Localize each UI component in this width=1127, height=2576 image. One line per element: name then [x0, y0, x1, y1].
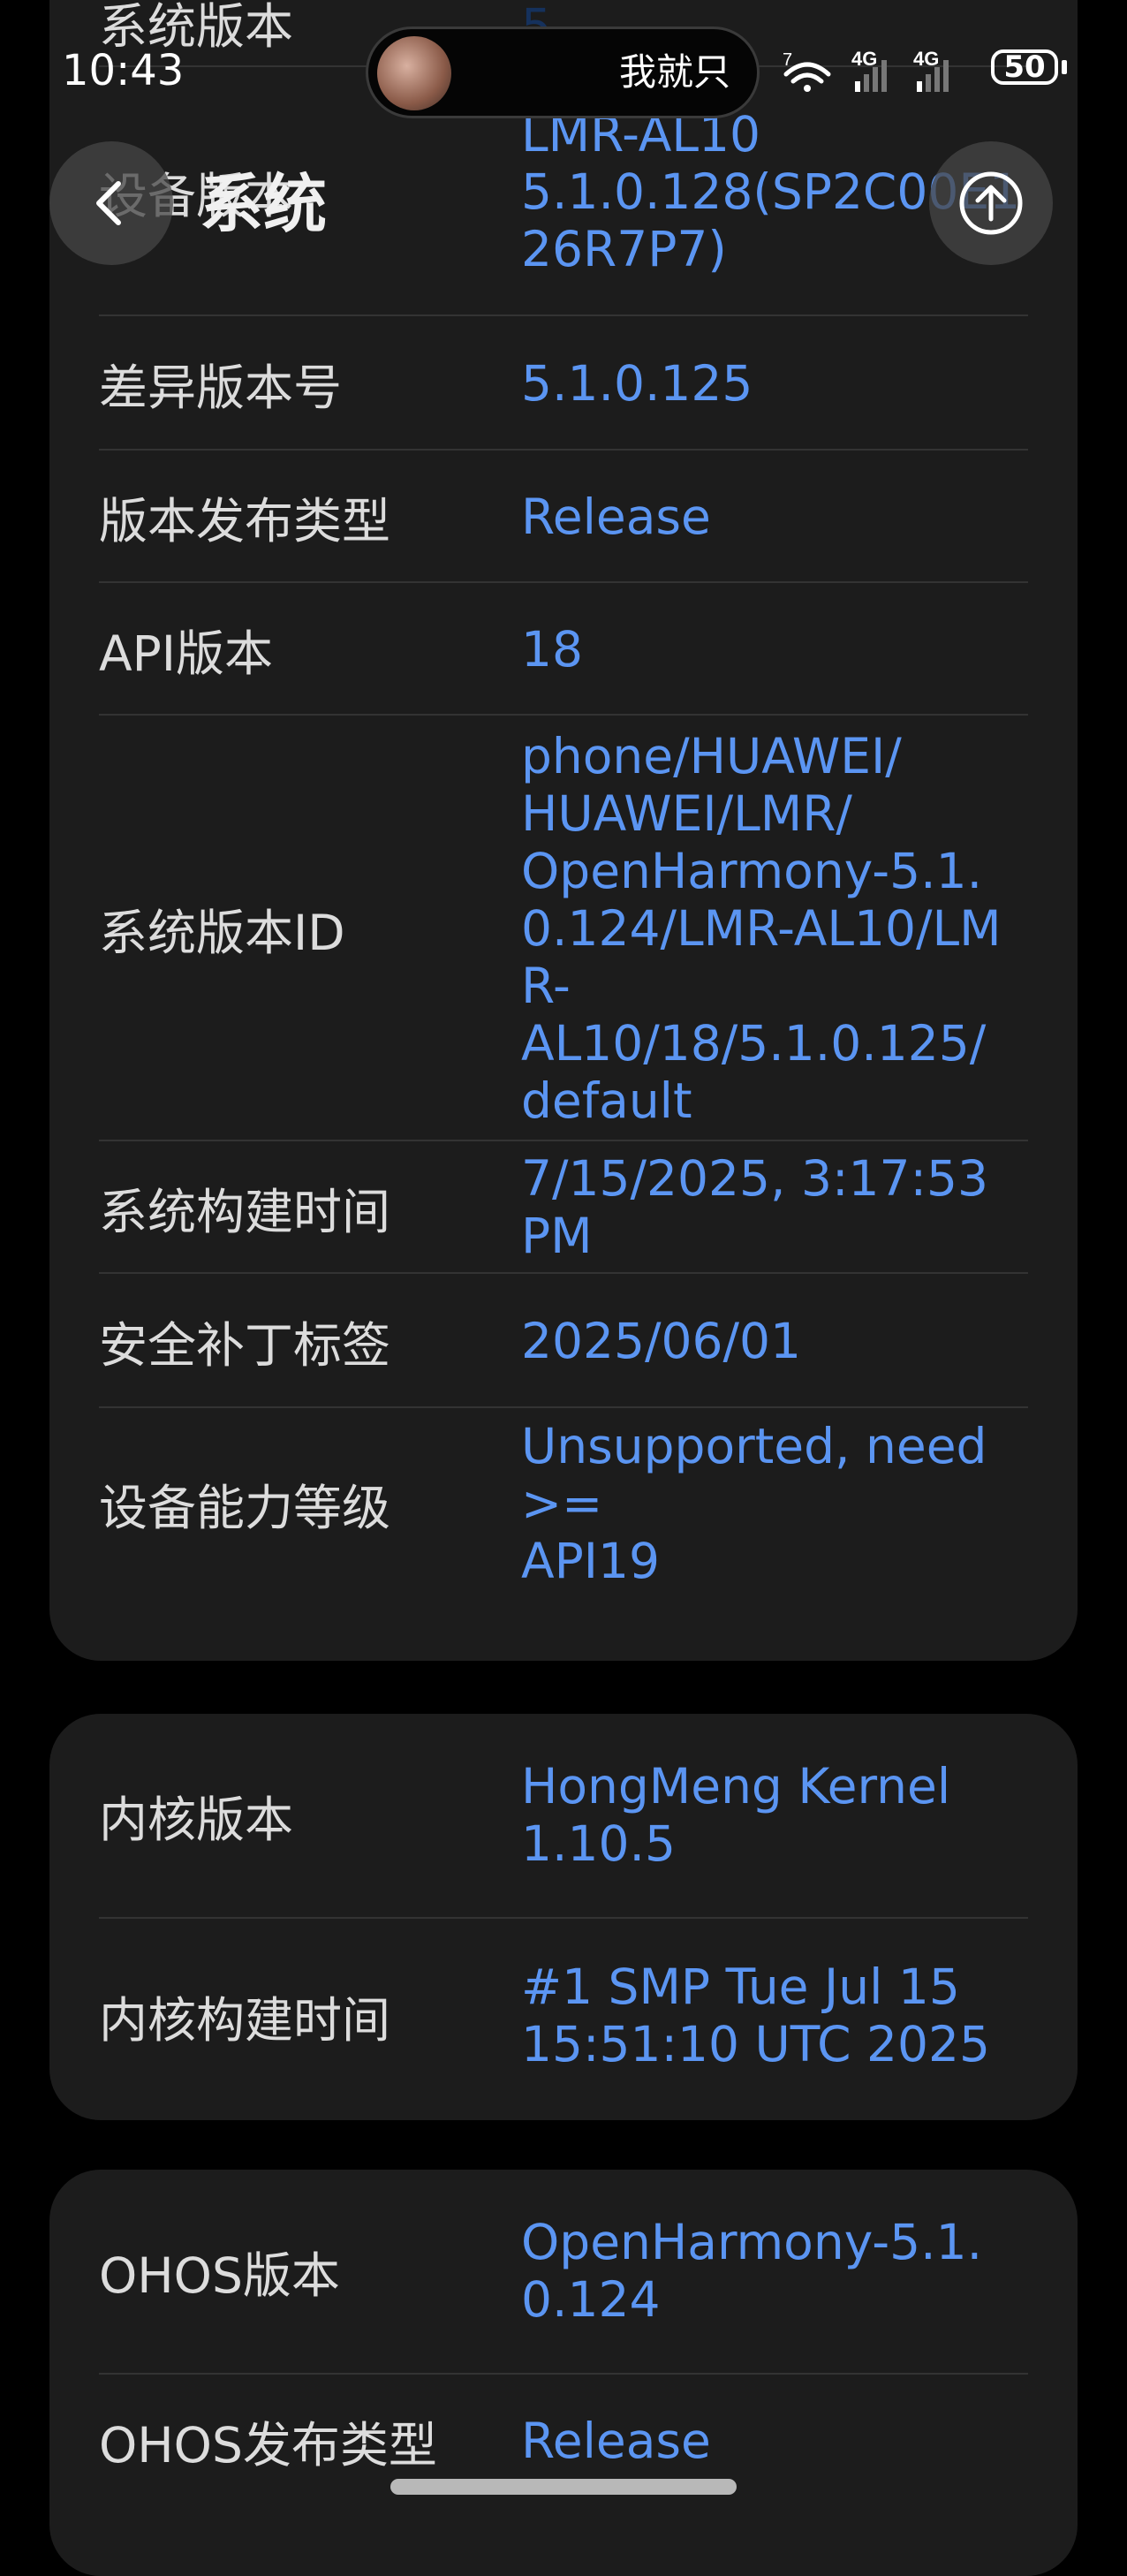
row-value: 7/15/2025, 3:17:53 PM: [521, 1150, 988, 1264]
network-label-1: 4G: [851, 48, 877, 70]
kernel-info-card: 内核版本 HongMeng Kernel 1.10.5 内核构建时间 #1 SM…: [49, 1714, 1078, 2120]
network-label-2: 4G: [913, 48, 939, 70]
row-label: 版本发布类型: [99, 493, 391, 549]
status-icons: 7 4G 4G 50: [783, 46, 1083, 99]
row-value: #1 SMP Tue Jul 15 15:51:10 UTC 2025: [521, 1959, 990, 2072]
wifi-icon: [783, 62, 831, 84]
info-row-security-patch: 安全补丁标签 2025/06/01: [99, 1272, 1028, 1408]
row-label: 系统构建时间: [99, 1184, 391, 1240]
row-value: Unsupported, need >= API19: [521, 1417, 987, 1589]
info-row-kernel-build-time: 内核构建时间 #1 SMP Tue Jul 15 15:51:10 UTC 20…: [99, 1917, 1028, 2113]
row-label: 系统版本ID: [99, 905, 345, 961]
battery-tip: [1062, 60, 1067, 74]
row-label: 内核版本: [99, 1792, 294, 1848]
info-row-build-time: 系统构建时间 7/15/2025, 3:17:53 PM: [99, 1140, 1028, 1274]
status-time: 10:43: [62, 46, 185, 95]
row-value: HongMeng Kernel 1.10.5: [521, 1758, 951, 1872]
row-label: 安全补丁标签: [99, 1317, 391, 1374]
row-value: OpenHarmony-5.1.0.124: [521, 2214, 983, 2328]
info-row-release-type: 版本发布类型 Release: [99, 449, 1028, 583]
back-button[interactable]: [49, 141, 173, 265]
info-row-device-capability: 设备能力等级 Unsupported, need >= API19: [99, 1406, 1028, 1599]
wifi-label: 7: [783, 50, 792, 70]
row-value: 2025/06/01: [521, 1312, 802, 1369]
row-value: Release: [521, 488, 711, 545]
battery-icon: 50: [991, 49, 1058, 85]
info-row-api-version: API版本 18: [99, 581, 1028, 716]
page-title: 系统: [200, 167, 328, 241]
row-label: API版本: [99, 625, 274, 682]
home-indicator[interactable]: [390, 2479, 737, 2495]
row-value: 5.1.0.125: [521, 354, 753, 412]
info-row-kernel-version: 内核版本 HongMeng Kernel 1.10.5: [99, 1714, 1028, 1917]
system-info-card: 系统版本 5 设备版本 LMR-AL10 5.1.0.128(SP2C00E12…: [49, 0, 1078, 1661]
live-notification-pill[interactable]: 我就只: [366, 27, 760, 118]
signal-icons: 7 4G 4G: [783, 48, 949, 92]
wifi-dot: [804, 85, 811, 92]
arrow-up-circle-icon: [959, 171, 1023, 235]
notification-avatar: [377, 36, 451, 110]
row-value: 18: [521, 620, 583, 678]
row-value: phone/HUAWEI/ HUAWEI/LMR/ OpenHarmony-5.…: [521, 727, 1002, 1129]
info-row-system-version-id: 系统版本ID phone/HUAWEI/ HUAWEI/LMR/ OpenHar…: [99, 714, 1028, 1141]
ohos-info-card: OHOS版本 OpenHarmony-5.1.0.124 OHOS发布类型 Re…: [49, 2170, 1078, 2576]
row-label: 差异版本号: [99, 360, 343, 416]
row-label: 设备能力等级: [99, 1480, 391, 1536]
notification-text: 我就只: [618, 50, 730, 94]
row-label: 内核构建时间: [99, 1992, 391, 2049]
scroll-to-top-button[interactable]: [929, 141, 1053, 265]
info-row-diff-version: 差异版本号 5.1.0.125: [99, 314, 1028, 451]
info-row-ohos-version: OHOS版本 OpenHarmony-5.1.0.124: [99, 2170, 1028, 2373]
chevron-left-icon: [96, 181, 121, 225]
row-label: OHOS版本: [99, 2247, 340, 2304]
